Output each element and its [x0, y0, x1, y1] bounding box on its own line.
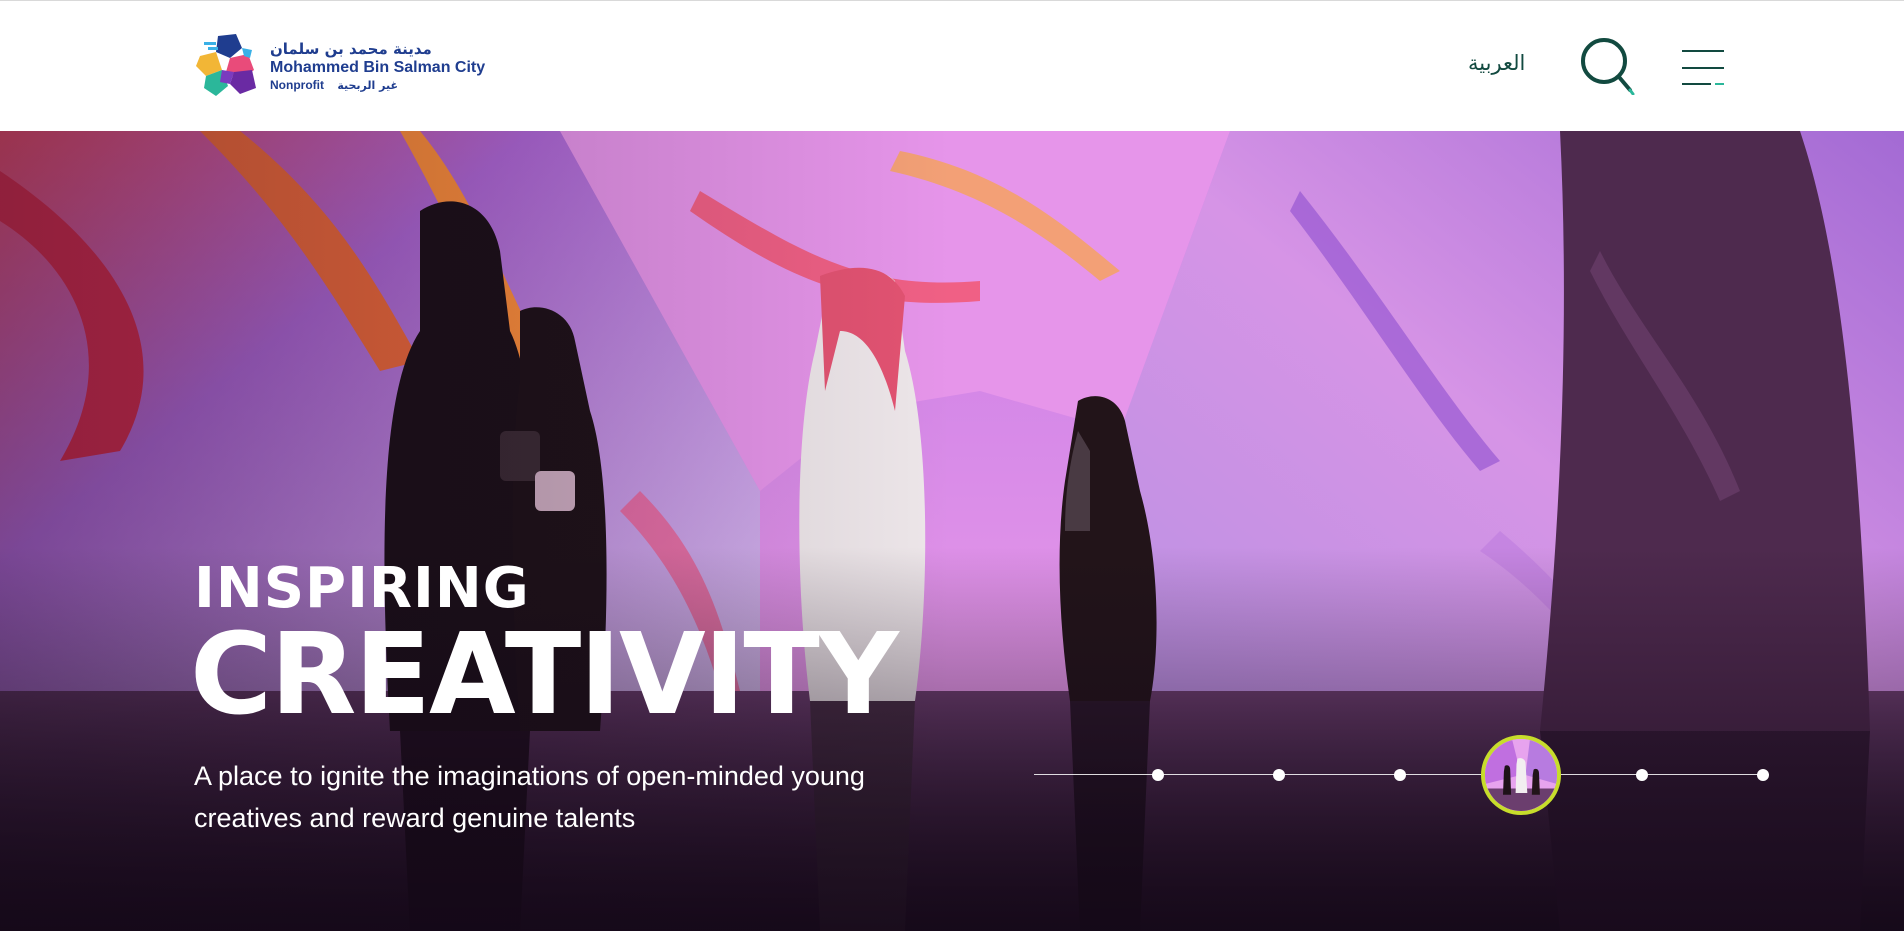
hero-description: A place to ignite the imaginations of op…: [194, 761, 865, 833]
slide-thumbnail-image: [1485, 739, 1557, 811]
slider-dot-6[interactable]: [1757, 769, 1769, 781]
hamburger-menu-icon: [1682, 50, 1724, 85]
language-switch-link[interactable]: العربية: [1468, 51, 1525, 75]
site-header: مدينة محمد بن سلمان Mohammed Bin Salman …: [0, 0, 1904, 131]
search-icon: [1581, 38, 1635, 96]
logo-tagline-english: Nonprofit: [270, 77, 324, 92]
logo-text: مدينة محمد بن سلمان Mohammed Bin Salman …: [270, 40, 486, 92]
hero-slider: [1034, 732, 1769, 822]
menu-button[interactable]: [1681, 49, 1725, 87]
hero-title: CREATIVITY: [190, 610, 899, 740]
slider-dot-3[interactable]: [1394, 769, 1406, 781]
logo-name-english: Mohammed Bin Salman City: [270, 59, 486, 77]
slider-active-thumbnail[interactable]: [1481, 735, 1561, 815]
logo-tagline-arabic: غير الربحية: [337, 78, 398, 92]
logo-mark-icon: [196, 34, 256, 96]
search-button[interactable]: [1580, 37, 1636, 96]
slider-dot-5[interactable]: [1636, 769, 1648, 781]
logo-name-arabic: مدينة محمد بن سلمان: [270, 40, 432, 59]
site-logo[interactable]: مدينة محمد بن سلمان Mohammed Bin Salman …: [192, 29, 492, 105]
logo-tagline: Nonprofit غير الربحية: [270, 79, 485, 92]
slider-dot-2[interactable]: [1273, 769, 1285, 781]
slider-dot-1[interactable]: [1152, 769, 1164, 781]
hero-section: INSPIRING CREATIVITY A place to ignite t…: [0, 131, 1904, 931]
